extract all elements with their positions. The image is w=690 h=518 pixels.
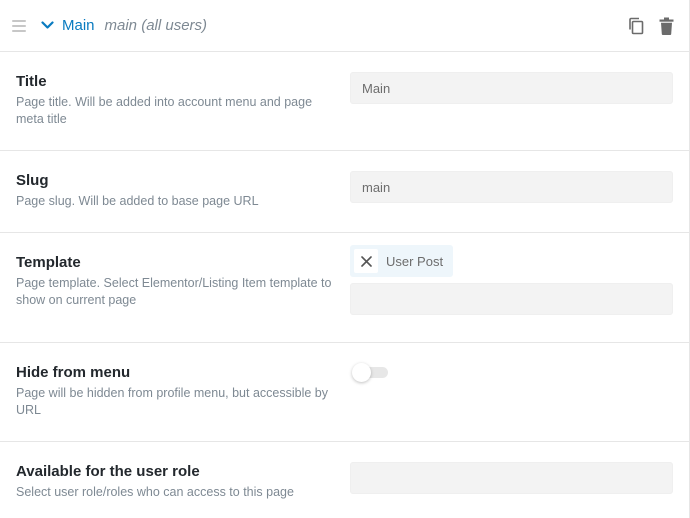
slug-description: Page slug. Will be added to base page UR… [16, 194, 259, 208]
hide-from-menu-description: Page will be hidden from profile menu, b… [16, 386, 328, 417]
page-subtitle: main (all users) [104, 17, 208, 34]
title-description: Page title. Will be added into account m… [16, 95, 313, 126]
slug-label: Slug [16, 172, 49, 189]
user-role-label: Available for the user role [16, 463, 200, 480]
copy-icon[interactable] [627, 17, 645, 35]
template-search-input[interactable] [350, 283, 673, 315]
page-item-header[interactable]: Main main (all users) [0, 0, 689, 52]
template-row: Template Page template. Select Elementor… [0, 233, 689, 343]
chevron-down-icon[interactable] [40, 19, 54, 33]
page-settings-panel: Main main (all users) Title Page title. … [0, 0, 690, 518]
selected-template-chip: User Post [350, 245, 454, 277]
slug-input[interactable] [350, 171, 673, 203]
trash-icon[interactable] [657, 17, 675, 35]
title-input[interactable] [350, 72, 673, 104]
user-role-select[interactable] [350, 462, 673, 494]
remove-chip-icon[interactable] [354, 249, 378, 273]
user-role-description: Select user role/roles who can access to… [16, 485, 294, 499]
hide-from-menu-toggle[interactable] [352, 362, 388, 382]
title-label: Title [16, 73, 47, 90]
slug-row: Slug Page slug. Will be added to base pa… [0, 151, 689, 233]
template-description: Page template. Select Elementor/Listing … [16, 276, 332, 307]
page-title[interactable]: Main [62, 17, 95, 34]
toggle-knob [352, 363, 371, 382]
hide-from-menu-label: Hide from menu [16, 364, 131, 381]
chip-label: User Post [386, 253, 444, 269]
drag-handle-icon[interactable] [12, 19, 26, 32]
template-label: Template [16, 254, 81, 271]
hide-from-menu-row: Hide from menu Page will be hidden from … [0, 343, 689, 442]
user-role-row: Available for the user role Select user … [0, 442, 689, 518]
title-row: Title Page title. Will be added into acc… [0, 52, 689, 151]
